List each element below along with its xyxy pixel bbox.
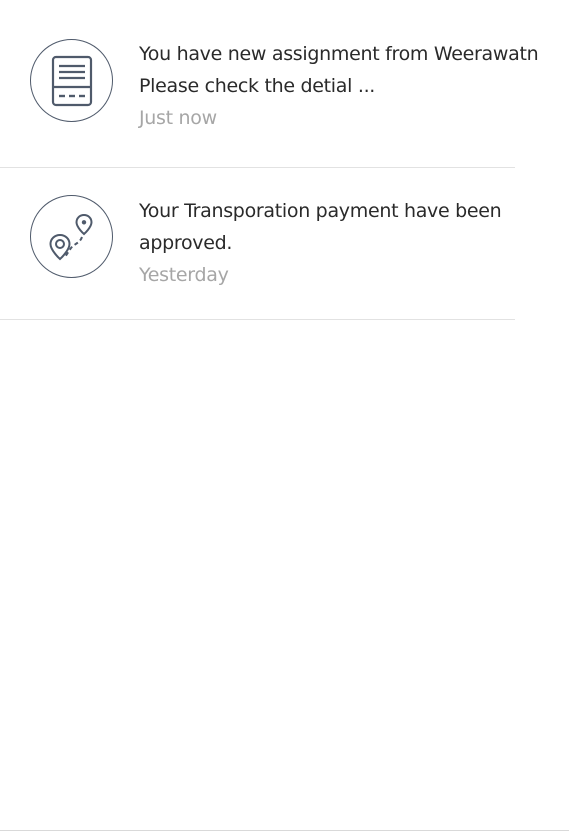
notification-message-line: approved. bbox=[139, 232, 233, 254]
notification-message-line: Your Transporation payment have been bbox=[139, 200, 502, 222]
notification-item-assignment[interactable]: You have new assignment from Weerawatn P… bbox=[0, 0, 539, 168]
notification-text: You have new assignment from Weerawatn P… bbox=[139, 38, 559, 134]
notification-message-line: Please check the detial ... bbox=[139, 75, 376, 97]
notification-text: Your Transporation payment have been app… bbox=[139, 195, 559, 291]
notification-message: You have new assignment from Weerawatn P… bbox=[139, 38, 559, 102]
route-location-icon bbox=[30, 195, 113, 278]
notification-message-line: You have new assignment from Weerawatn bbox=[139, 43, 539, 65]
notification-message: Your Transporation payment have been app… bbox=[139, 195, 559, 259]
notification-time: Yesterday bbox=[139, 264, 229, 286]
document-icon bbox=[30, 39, 113, 122]
notification-list: You have new assignment from Weerawatn P… bbox=[0, 0, 539, 320]
notification-item-payment[interactable]: Your Transporation payment have been app… bbox=[0, 168, 515, 320]
notification-time: Just now bbox=[139, 107, 217, 129]
